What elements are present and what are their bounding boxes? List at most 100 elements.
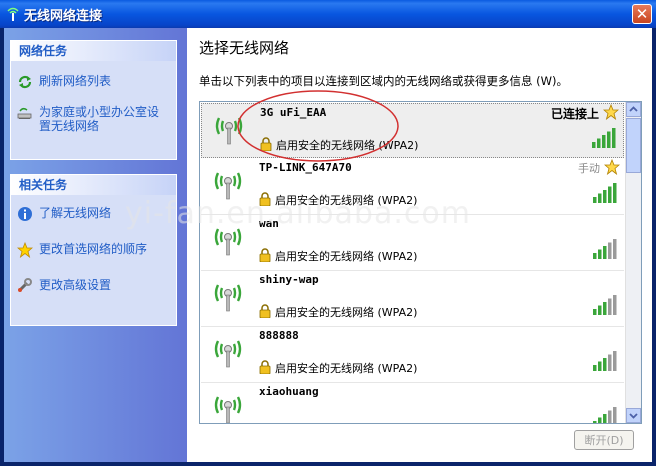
wireless-icon — [7, 7, 19, 21]
refresh-network-list-task[interactable]: 刷新网络列表 — [11, 74, 176, 89]
wireless-network-icon — [214, 340, 242, 368]
preferred-star-icon — [604, 159, 620, 175]
scroll-down-button[interactable] — [626, 408, 641, 423]
signal-bar — [608, 186, 612, 203]
chevron-up-icon — [629, 106, 638, 112]
signal-bar — [613, 183, 617, 203]
star-icon — [17, 242, 33, 258]
connection-status: 已连接上 — [550, 107, 599, 121]
network-item[interactable]: xiaohuang — [201, 383, 624, 423]
signal-bar — [593, 253, 597, 259]
wireless-network-icon — [214, 396, 242, 423]
network-item[interactable]: 888888 启用安全的无线网络 (WPA2) — [201, 327, 624, 383]
signal-strength-icon — [593, 407, 617, 423]
network-item[interactable]: wan 启用安全的无线网络 (WPA2) — [201, 215, 624, 271]
signal-strength-icon — [593, 295, 617, 315]
signal-bar — [598, 305, 602, 315]
security-status: 启用安全的无线网络 (WPA2) — [275, 194, 418, 207]
page-title: 选择无线网络 — [199, 39, 290, 57]
signal-bar — [608, 298, 612, 315]
task-label: 更改高级设置 — [39, 278, 112, 292]
network-ssid: TP-LINK_647A70 — [259, 161, 352, 174]
close-button[interactable]: ✕ — [632, 4, 652, 24]
signal-strength-icon — [593, 239, 617, 259]
network-item[interactable]: shiny-wap 启用安全的无线网络 (WPA2) — [201, 271, 624, 327]
client-area: 网络任务 刷新网络列表 为家庭或小型办公室设置无线网络 相关任务 了解无线网络 … — [4, 28, 652, 462]
connection-status: 手动 — [578, 162, 600, 175]
signal-bar — [597, 138, 601, 148]
signal-bar — [593, 365, 597, 371]
info-icon — [18, 207, 32, 221]
signal-strength-icon — [592, 128, 616, 148]
related-tasks-panel: 相关任务 了解无线网络 更改首选网络的顺序 更改高级设置 — [10, 174, 177, 326]
change-advanced-settings-task[interactable]: 更改高级设置 — [11, 278, 176, 292]
signal-bar — [603, 358, 607, 371]
network-ssid: xiaohuang — [259, 385, 319, 398]
network-item[interactable]: 3G uFi_EAA 启用安全的无线网络 (WPA2) 已连接上 — [201, 103, 624, 158]
lock-icon — [259, 248, 271, 262]
task-label: 更改首选网络的顺序 — [39, 242, 148, 256]
scroll-thumb[interactable] — [626, 118, 641, 173]
signal-bar — [613, 407, 617, 423]
signal-bar — [612, 128, 616, 148]
task-label: 了解无线网络 — [39, 206, 112, 220]
signal-bar — [613, 351, 617, 371]
signal-bar — [593, 421, 597, 423]
setup-wireless-task[interactable]: 为家庭或小型办公室设置无线网络 — [11, 105, 167, 133]
wireless-connection-window: 无线网络连接 ✕ 网络任务 刷新网络列表 为家庭或小型办公室设置无线网络 相关任… — [0, 0, 656, 466]
task-sidebar: 网络任务 刷新网络列表 为家庭或小型办公室设置无线网络 相关任务 了解无线网络 … — [4, 28, 187, 462]
network-item[interactable]: TP-LINK_647A70 启用安全的无线网络 (WPA2) 手动 — [201, 159, 624, 215]
network-tasks-panel: 网络任务 刷新网络列表 为家庭或小型办公室设置无线网络 — [10, 40, 177, 160]
network-ssid: 3G uFi_EAA — [260, 106, 327, 119]
network-tasks-header[interactable]: 网络任务 — [11, 41, 176, 61]
vertical-scrollbar[interactable] — [625, 102, 641, 423]
signal-bar — [598, 361, 602, 371]
learn-wireless-task[interactable]: 了解无线网络 — [11, 206, 176, 221]
signal-bar — [593, 309, 597, 315]
wireless-network-icon — [214, 228, 242, 256]
wireless-network-icon — [214, 284, 242, 312]
signal-bar — [613, 239, 617, 259]
change-preferred-order-task[interactable]: 更改首选网络的顺序 — [11, 242, 176, 258]
signal-bar — [598, 249, 602, 259]
scroll-up-button[interactable] — [626, 102, 641, 117]
signal-bar — [608, 410, 612, 423]
security-status: 启用安全的无线网络 (WPA2) — [275, 250, 418, 263]
signal-strength-icon — [593, 183, 617, 203]
security-status: 启用安全的无线网络 (WPA2) — [275, 306, 418, 319]
signal-bar — [607, 131, 611, 148]
network-ssid: 888888 — [259, 329, 299, 342]
signal-bar — [593, 197, 597, 203]
chevron-down-icon — [629, 413, 638, 419]
signal-bar — [608, 242, 612, 259]
related-tasks-header[interactable]: 相关任务 — [11, 175, 176, 195]
signal-bar — [603, 190, 607, 203]
task-label: 刷新网络列表 — [39, 74, 112, 88]
signal-bar — [592, 142, 596, 148]
settings-icon — [18, 278, 32, 292]
lock-icon — [259, 304, 271, 318]
lock-icon — [260, 137, 272, 151]
wireless-network-icon — [214, 172, 242, 200]
signal-bar — [613, 295, 617, 315]
refresh-icon — [18, 75, 32, 89]
lock-icon — [259, 192, 271, 206]
network-ssid: wan — [259, 217, 279, 230]
security-status: 启用安全的无线网络 (WPA2) — [275, 362, 418, 375]
preferred-star-icon — [603, 104, 619, 120]
window-title: 无线网络连接 — [24, 9, 103, 24]
security-status: 启用安全的无线网络 (WPA2) — [276, 139, 419, 152]
signal-bar — [603, 414, 607, 423]
close-icon: ✕ — [635, 5, 649, 23]
network-list[interactable]: 3G uFi_EAA 启用安全的无线网络 (WPA2) 已连接上 TP-LINK… — [199, 101, 642, 424]
signal-bar — [598, 193, 602, 203]
signal-bar — [603, 302, 607, 315]
task-label: 为家庭或小型办公室设置无线网络 — [39, 105, 160, 133]
signal-bar — [603, 246, 607, 259]
disconnect-button[interactable]: 断开(D) — [574, 430, 634, 450]
network-ssid: shiny-wap — [259, 273, 319, 286]
signal-strength-icon — [593, 351, 617, 371]
title-bar[interactable]: 无线网络连接 ✕ — [0, 0, 656, 28]
wireless-setup-icon — [17, 107, 32, 119]
signal-bar — [608, 354, 612, 371]
